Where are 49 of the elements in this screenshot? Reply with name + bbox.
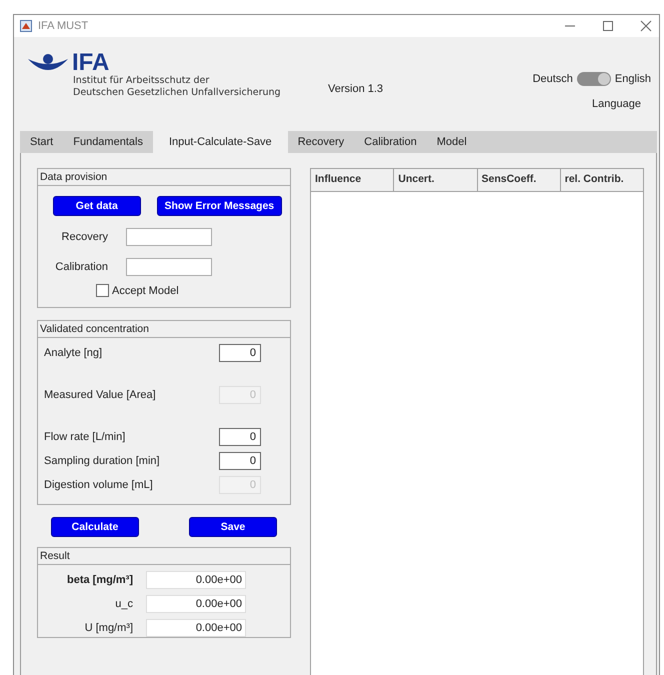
action-button[interactable]: Get data (53, 196, 141, 216)
field-label: Measured Value [Area] (44, 389, 156, 401)
window-title: IFA MUST (38, 20, 90, 32)
field-label: Digestion volume [mL] (44, 479, 153, 491)
tab[interactable]: Fundamentals (63, 131, 153, 153)
panel-title: Validated concentration (38, 321, 290, 338)
result-field: 0.00e+00 (146, 595, 246, 613)
result-label: u_c (114, 598, 134, 610)
result-field: 0.00e+00 (146, 619, 246, 637)
input-field[interactable] (126, 228, 212, 246)
field-label: Calibration (54, 261, 109, 273)
tab[interactable]: Recovery (288, 131, 354, 153)
result-field: 0.00e+00 (146, 571, 246, 589)
input-field[interactable]: 0 (219, 428, 261, 446)
input-field[interactable] (126, 258, 212, 276)
action-button[interactable]: Show Error Messages (156, 196, 282, 216)
close-icon[interactable] (639, 19, 653, 33)
checkbox-label: Accept Model (112, 284, 179, 296)
column-header: rel. Contrib. (564, 172, 625, 187)
field-label: Recovery (60, 231, 109, 243)
column-header: Uncert. (394, 169, 478, 191)
panel-title: Data provision (38, 169, 290, 186)
toggle-caption: Language (592, 98, 641, 110)
institute-name: Deutschen Gesetzlichen Unfallversicherung (73, 87, 282, 99)
logo-text: IFA (72, 51, 110, 75)
field-label: Sampling duration [min] (44, 455, 160, 467)
tab[interactable]: Calibration (354, 131, 427, 153)
result-label: beta [mg/m³] (66, 574, 134, 586)
field-label: Flow rate [L/min] (44, 431, 126, 443)
app-icon (20, 20, 32, 32)
input-field[interactable]: 0 (219, 344, 261, 362)
institute-name: Institut für Arbeitsschutz der (73, 75, 210, 87)
result-label: U [mg/m³] (84, 622, 134, 634)
action-button[interactable]: Save (189, 517, 277, 537)
tab[interactable]: Model (426, 131, 477, 153)
field-label: Analyte [ng] (44, 347, 102, 359)
toggle-label: Deutsch (532, 73, 573, 85)
column-header: Influence (311, 169, 394, 191)
tab[interactable]: Start (20, 131, 64, 153)
maximize-icon[interactable] (601, 19, 615, 33)
checkbox[interactable] (96, 284, 109, 297)
action-button[interactable]: Calculate (51, 517, 139, 537)
toggle-label: English (614, 73, 651, 85)
input-field[interactable]: 0 (219, 452, 261, 470)
language-toggle[interactable] (576, 72, 611, 86)
tab[interactable]: Input-Calculate-Save (152, 131, 288, 153)
version-label: Version 1.3 (328, 83, 384, 95)
panel-title: Result (38, 548, 290, 565)
column-header: SensCoeff. (478, 169, 561, 191)
